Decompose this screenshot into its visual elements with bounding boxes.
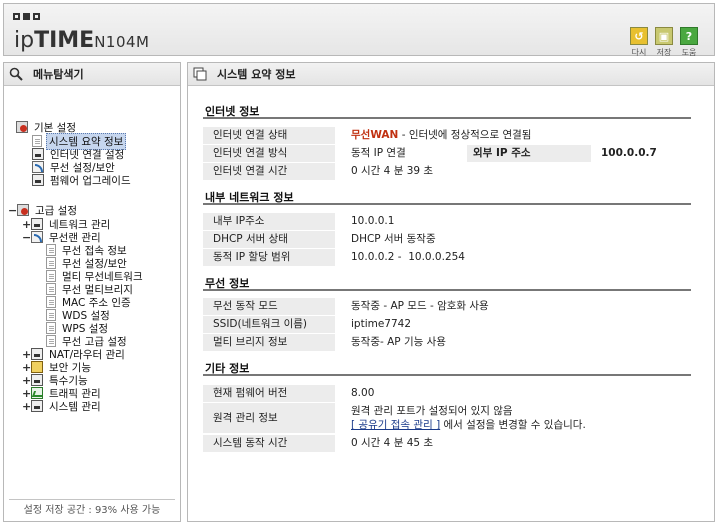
row-dhcp-range: 동적 IP 할당 범위 10.0.0.2 - 10.0.0.254 <box>203 249 691 266</box>
help-icon: ? <box>680 27 698 45</box>
row-multi-bridge: 멀티 브리지 정보 동작중- AP 기능 사용 <box>203 334 691 351</box>
collapse-icon[interactable]: − <box>22 231 31 244</box>
router-access-mgmt-link[interactable]: [ 공유기 접속 관리 ] <box>351 419 440 431</box>
iptime-logo: ipTIMEN104M <box>14 28 150 53</box>
content-title: 시스템 요약 정보 <box>188 63 714 86</box>
expand-icon[interactable]: + <box>22 348 31 361</box>
wireless-icon <box>31 231 43 243</box>
tree-item-system-mgmt[interactable]: + 시스템 관리 <box>22 399 103 413</box>
firmware-icon <box>32 174 44 186</box>
row-system-uptime: 시스템 동작 시간 0 시간 4 분 45 초 <box>203 435 691 452</box>
system-icon <box>31 400 43 412</box>
page-icon <box>46 283 56 295</box>
expand-icon[interactable]: + <box>22 400 31 413</box>
save-button[interactable]: ▣ 저장 <box>655 27 673 58</box>
page-icon <box>46 335 56 347</box>
row-firmware-version: 현재 펌웨어 버전 8.00 <box>203 385 691 402</box>
expand-icon[interactable]: + <box>22 387 31 400</box>
page-icon <box>46 244 56 256</box>
tree-group-advanced[interactable]: − 고급 설정 <box>8 203 79 217</box>
settings-folder-icon <box>16 121 28 133</box>
external-ip: 100.0.0.7 <box>601 147 657 159</box>
menu-tree: 기본 설정 시스템 요약 정보 인터넷 연결 설정 무선 설정/보안 펌웨어 업… <box>4 86 180 413</box>
row-remote-mgmt: 원격 관리 정보 원격 관리 포트가 설정되어 있지 않음 [ 공유기 접속 관… <box>203 403 691 433</box>
refresh-button[interactable]: ↺ 다시 <box>630 27 648 58</box>
menu-explorer-title: 메뉴탐색기 <box>4 63 180 86</box>
storage-status: 설정 저장 공간 : 93% 사용 가능 <box>9 499 175 521</box>
expand-icon[interactable]: + <box>22 374 31 387</box>
logo-squares-icon <box>13 13 40 20</box>
special-icon <box>31 374 43 386</box>
save-icon: ▣ <box>655 27 673 45</box>
page-icon <box>32 135 42 147</box>
top-header: ipTIMEN104M ↺ 다시 ▣ 저장 ? 도움 <box>3 3 715 58</box>
page-icon <box>46 270 56 282</box>
internet-icon <box>32 148 44 160</box>
row-ssid: SSID(네트워크 이름) iptime7742 <box>203 316 691 333</box>
wan-type: 무선WAN <box>351 129 399 141</box>
menu-explorer-panel: 메뉴탐색기 기본 설정 시스템 요약 정보 인터넷 연결 설정 무선 설정/보안… <box>3 62 181 522</box>
tree-item-firmware-upgrade[interactable]: 펌웨어 업그레이드 <box>32 173 133 187</box>
header-toolbar: ↺ 다시 ▣ 저장 ? 도움 <box>630 27 698 58</box>
help-button[interactable]: ? 도움 <box>680 27 698 58</box>
row-dhcp-status: DHCP 서버 상태 DHCP 서버 동작중 <box>203 231 691 248</box>
row-connection-time: 인터넷 연결 시간 0 시간 4 분 39 초 <box>203 163 691 180</box>
router-icon <box>31 348 43 360</box>
section-divider <box>203 203 691 205</box>
row-connection-method: 인터넷 연결 방식 동적 IP 연결 외부 IP 주소 100.0.0.7 <box>203 145 691 162</box>
page-icon <box>46 309 56 321</box>
network-icon <box>31 218 43 230</box>
section-divider <box>203 374 691 376</box>
traffic-graph-icon <box>31 387 43 399</box>
section-divider <box>203 117 691 119</box>
wireless-icon <box>32 161 44 173</box>
expand-icon[interactable]: + <box>22 218 31 231</box>
refresh-icon: ↺ <box>630 27 648 45</box>
row-internet-status: 인터넷 연결 상태 무선WAN - 인터넷에 정상적으로 연결됨 <box>203 127 691 144</box>
window-icon <box>193 67 207 81</box>
magnifier-icon <box>9 67 23 81</box>
collapse-icon[interactable]: − <box>8 204 17 217</box>
page-icon <box>46 257 56 269</box>
row-wireless-mode: 무선 동작 모드 동작중 - AP 모드 - 암호화 사용 <box>203 298 691 315</box>
settings-folder-icon <box>17 204 29 216</box>
expand-icon[interactable]: + <box>22 361 31 374</box>
page-icon <box>46 322 56 334</box>
row-lan-ip: 내부 IP주소 10.0.0.1 <box>203 213 691 230</box>
section-divider <box>203 289 691 291</box>
content-panel: 시스템 요약 정보 인터넷 정보 인터넷 연결 상태 무선WAN - 인터넷에 … <box>187 62 715 522</box>
lock-icon <box>31 361 43 373</box>
page-icon <box>46 296 56 308</box>
